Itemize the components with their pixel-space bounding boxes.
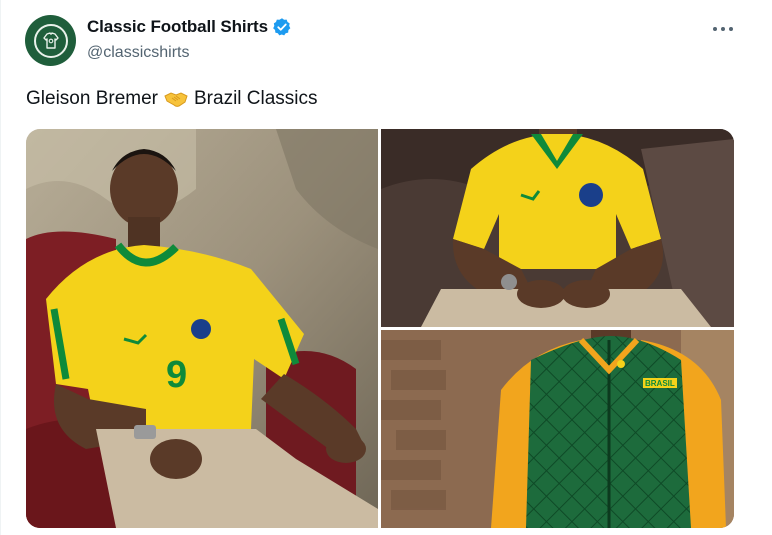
display-name[interactable]: Classic Football Shirts — [87, 17, 268, 37]
handshake-emoji-icon — [164, 89, 188, 109]
shirt-logo-icon — [33, 23, 68, 58]
tweet-text-part-1: Gleison Bremer — [26, 88, 158, 109]
photo-2[interactable] — [381, 129, 734, 327]
media-grid: 9 BRASIL — [26, 129, 734, 528]
author-row: Classic Football Shirts — [87, 17, 292, 37]
author-handle[interactable]: @classicshirts — [87, 44, 189, 62]
verified-badge-icon — [272, 17, 292, 37]
tweet-text-part-2: Brazil Classics — [194, 88, 318, 109]
photo-1[interactable]: 9 — [26, 129, 378, 528]
more-horizontal-icon — [713, 27, 733, 31]
jacket-badge-text: BRASIL — [645, 379, 675, 388]
tweet-text: Gleison Bremer Brazil Classics — [26, 88, 318, 110]
more-options-button[interactable] — [706, 16, 740, 42]
photo-3[interactable]: BRASIL — [381, 330, 734, 528]
tweet[interactable]: Classic Football Shirts @classicshirts G… — [0, 0, 772, 535]
avatar[interactable] — [25, 15, 76, 66]
shirt-number: 9 — [166, 354, 187, 396]
